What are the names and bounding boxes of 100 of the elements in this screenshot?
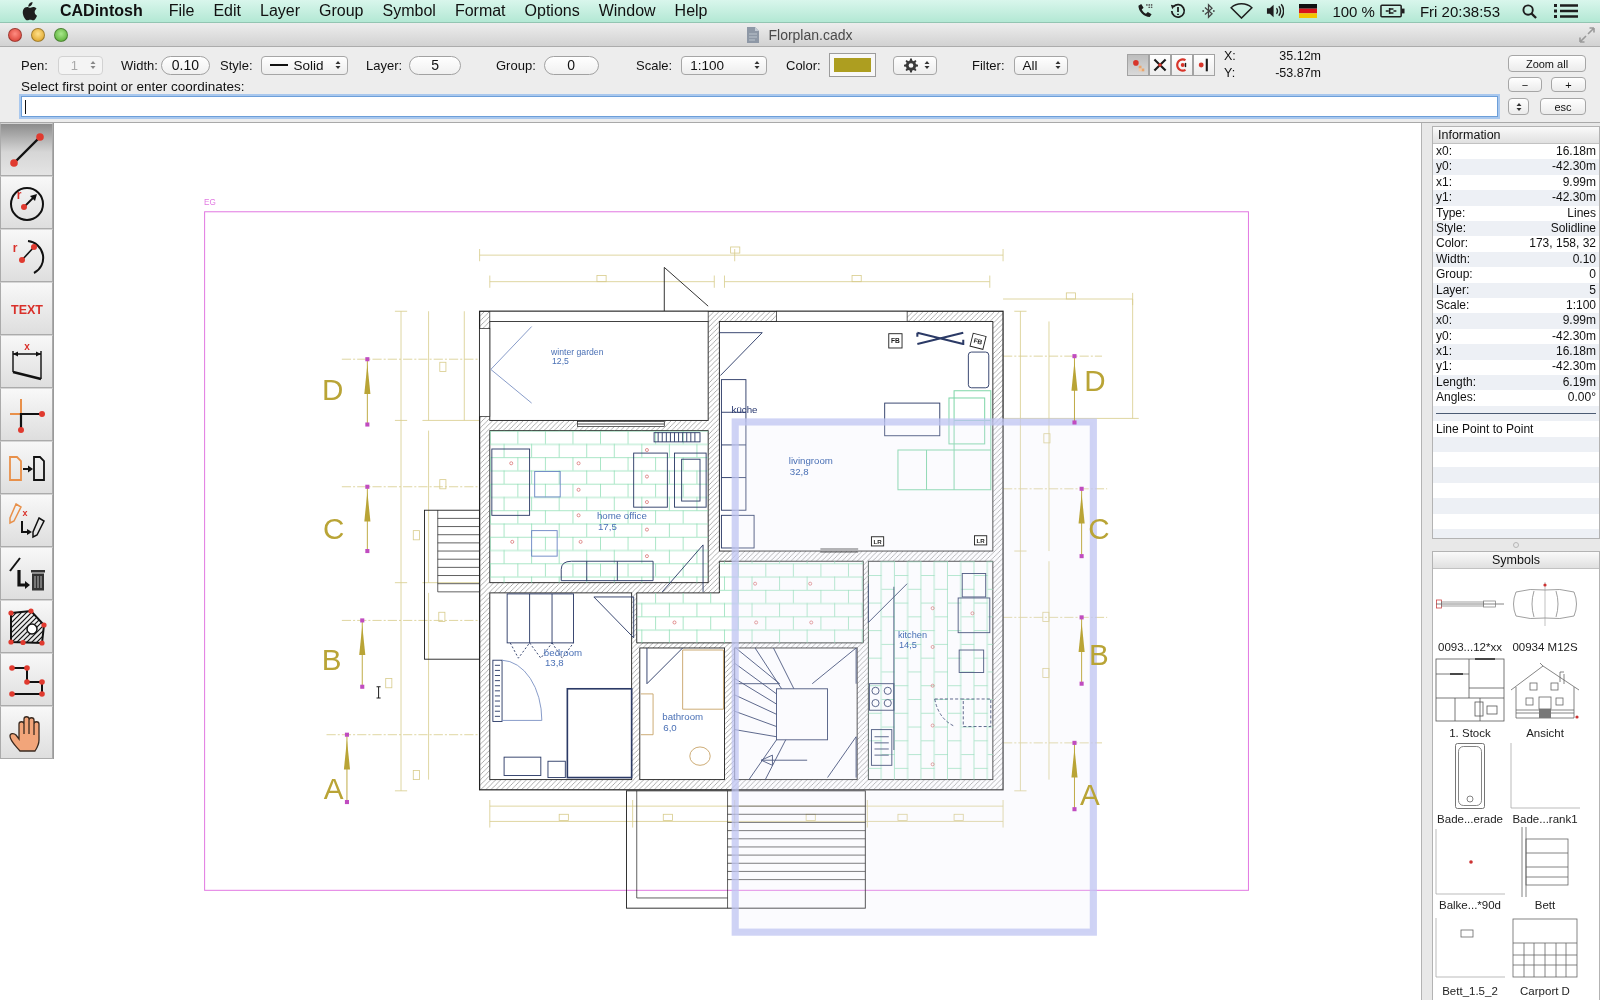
rod-icon xyxy=(1436,599,1504,609)
property-label: x0: xyxy=(1436,144,1452,160)
wifi-icon[interactable] xyxy=(1230,3,1254,19)
property-label: Style: xyxy=(1436,220,1466,237)
menu-item[interactable]: Help xyxy=(674,2,708,20)
library-entry[interactable]: 0093...12*xx xyxy=(1434,569,1506,655)
snap-mode-button[interactable] xyxy=(1149,54,1171,76)
property-value: 6.19m xyxy=(1562,374,1596,391)
property-label: Type: xyxy=(1436,205,1466,221)
property-label: Angles: xyxy=(1436,390,1477,406)
tool-button[interactable] xyxy=(0,706,53,759)
property-label: x0: xyxy=(1436,313,1452,329)
room-area-label: 13,8 xyxy=(544,657,564,669)
settings-dropdown[interactable] xyxy=(893,55,937,75)
menu-item[interactable]: Layer xyxy=(260,2,301,20)
updown-icon xyxy=(1054,60,1061,70)
library-entry[interactable]: Ansicht xyxy=(1509,655,1581,741)
app-menu[interactable]: CADintosh xyxy=(60,2,143,20)
battery-percentage[interactable]: 100 % xyxy=(1332,2,1375,20)
search-icon[interactable] xyxy=(1522,3,1537,19)
zoom-all-button[interactable]: Zoom all xyxy=(1508,55,1586,72)
command-input[interactable] xyxy=(21,96,1498,117)
library-entry[interactable]: Bett_1.5_2 xyxy=(1434,913,1506,999)
room-name-label: bedroom xyxy=(543,647,583,659)
speaker-icon[interactable] xyxy=(1266,3,1285,19)
tool-button[interactable] xyxy=(0,441,53,494)
coordinate-value: 35.12m xyxy=(1278,48,1321,65)
property-value: 0 xyxy=(1589,267,1596,283)
style-dropdown[interactable]: Solid xyxy=(260,55,348,75)
filter-dropdown[interactable]: All xyxy=(1013,55,1068,75)
menu-item[interactable]: Window xyxy=(598,2,656,20)
car-icon xyxy=(1510,582,1580,626)
tool-button[interactable] xyxy=(0,600,53,653)
list-icon[interactable] xyxy=(1554,3,1578,19)
zoom-out-button[interactable]: − xyxy=(1508,77,1542,92)
width-field[interactable]: 0.10 xyxy=(160,55,210,75)
box-icon xyxy=(1435,918,1505,978)
tool-button[interactable]: TEXT xyxy=(0,282,53,335)
minimize-button[interactable] xyxy=(31,27,45,42)
section-label: A xyxy=(323,772,344,806)
tool-button[interactable] xyxy=(0,547,53,600)
color-label: Color: xyxy=(786,57,821,73)
menu-item[interactable]: Group xyxy=(319,2,364,20)
dot-bar-icon xyxy=(1197,58,1211,72)
zoom-button[interactable] xyxy=(54,27,68,42)
scale-dropdown[interactable]: 1:100 xyxy=(681,55,768,75)
tool-button[interactable]: x xyxy=(0,494,53,547)
property-label: Scale: xyxy=(1436,297,1470,314)
splitter-handle-icon[interactable] xyxy=(1513,542,1519,548)
tool-button[interactable]: r xyxy=(0,176,53,229)
property-label: Color: xyxy=(1436,236,1468,252)
menu-item[interactable]: File xyxy=(168,2,195,20)
sheet-label: EG xyxy=(204,198,216,208)
library-entry[interactable]: Balke...*90d xyxy=(1434,827,1506,913)
snap-mode-button[interactable] xyxy=(1193,54,1215,76)
property-value: -42.30m xyxy=(1551,328,1596,345)
clock-arrow-icon[interactable] xyxy=(1169,3,1188,19)
scale-label: Scale: xyxy=(636,57,673,73)
updown-icon xyxy=(924,60,930,70)
tool-button[interactable] xyxy=(0,388,53,441)
phone-icon[interactable] xyxy=(1136,3,1155,19)
library-entry[interactable]: Bade...erade xyxy=(1434,741,1506,827)
property-value: 0.00° xyxy=(1567,390,1596,406)
library-entry[interactable]: Bett xyxy=(1509,827,1581,913)
bluetooth-icon[interactable] xyxy=(1202,3,1216,19)
tool-button[interactable]: x xyxy=(0,335,53,388)
property-label: y1: xyxy=(1436,190,1452,206)
tool-button[interactable]: r xyxy=(0,229,53,282)
command-prompt: Select first point or enter coordinates: xyxy=(21,80,246,94)
close-button[interactable] xyxy=(8,27,22,42)
property-label: x1: xyxy=(1436,174,1452,191)
section-label: C xyxy=(323,512,345,546)
arc-dot-icon xyxy=(1175,58,1189,72)
menu-item[interactable]: Edit xyxy=(213,2,241,20)
section-marker xyxy=(364,484,371,554)
dot-icon xyxy=(1435,829,1505,895)
property-label: Length: xyxy=(1436,374,1477,391)
library-entry[interactable]: Carport D xyxy=(1509,913,1581,999)
floor-plan-icon xyxy=(1435,658,1505,722)
tool-button[interactable] xyxy=(0,653,53,706)
property-value: 173, 158, 32 xyxy=(1529,236,1596,252)
battery-icon[interactable] xyxy=(1379,4,1405,18)
clock[interactable]: Fri 20:38:53 xyxy=(1419,2,1500,20)
menu-item[interactable]: Options xyxy=(524,2,580,20)
flag-icon[interactable] xyxy=(1299,3,1318,19)
apple-icon[interactable] xyxy=(21,1,38,21)
library-entry[interactable]: 1. Stock xyxy=(1434,655,1506,741)
gear-icon xyxy=(904,57,918,73)
menu-item[interactable]: Symbol xyxy=(382,2,436,20)
library-entry[interactable]: Bade...rank1 xyxy=(1509,741,1581,827)
layer-field[interactable]: 5 xyxy=(409,55,462,75)
menu-item[interactable]: Format xyxy=(454,2,506,20)
escape-button[interactable]: esc xyxy=(1540,98,1586,115)
tool-button[interactable] xyxy=(0,123,53,176)
text-icon: TEXT xyxy=(6,288,47,329)
library-entry[interactable]: 00934 M12S xyxy=(1509,569,1581,655)
stepper-button[interactable] xyxy=(1508,98,1529,115)
group-field[interactable]: 0 xyxy=(543,55,599,75)
color-well[interactable] xyxy=(828,53,876,77)
zoom-in-button[interactable]: + xyxy=(1551,77,1586,92)
